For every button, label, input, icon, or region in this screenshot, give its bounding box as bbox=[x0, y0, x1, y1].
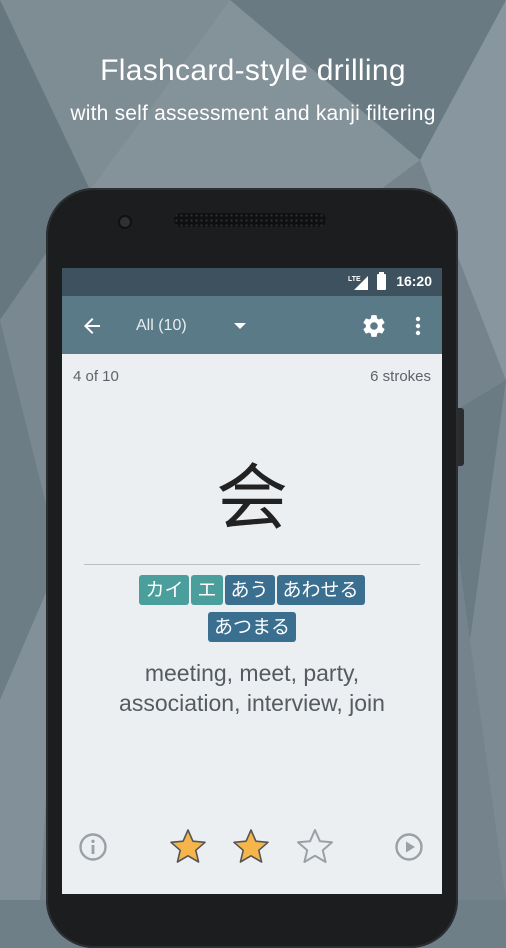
filter-dropdown-label: All (10) bbox=[136, 317, 187, 334]
app-screen: LTE 16:20 All (10) 4 of 10 6 strokes 会 カ… bbox=[62, 268, 442, 894]
kun-reading-chip: あわせる bbox=[276, 575, 365, 605]
on-reading-chip: エ bbox=[191, 575, 223, 605]
stroke-count: 6 strokes bbox=[370, 368, 431, 385]
gear-icon[interactable] bbox=[361, 313, 387, 339]
card-counter: 4 of 10 bbox=[73, 368, 119, 385]
readings-list: カイエあう あわせるあつまる bbox=[82, 575, 422, 649]
phone-frame: LTE 16:20 All (10) 4 of 10 6 strokes 会 カ… bbox=[46, 188, 458, 948]
back-arrow-icon[interactable] bbox=[80, 314, 104, 338]
more-vert-icon[interactable] bbox=[408, 314, 428, 338]
promo-title: Flashcard-style drilling bbox=[100, 54, 406, 87]
star-rating-2-icon[interactable] bbox=[232, 828, 270, 864]
kanji-character: 会 bbox=[215, 456, 288, 540]
on-reading-chip: カイ bbox=[139, 575, 190, 605]
promo-subtitle: with self assessment and kanji filtering bbox=[70, 102, 436, 125]
dropdown-arrow-icon bbox=[234, 323, 246, 329]
app-toolbar: All (10) bbox=[62, 296, 442, 354]
star-rating-3-icon[interactable] bbox=[296, 828, 334, 864]
kun-reading-chip: あつまる bbox=[207, 612, 296, 642]
front-camera bbox=[118, 215, 132, 229]
info-icon[interactable] bbox=[78, 832, 108, 862]
kun-reading-chip: あう bbox=[224, 575, 275, 605]
status-bar: LTE 16:20 bbox=[62, 268, 442, 296]
star-rating-1-icon[interactable] bbox=[169, 828, 207, 864]
network-label: LTE bbox=[348, 276, 361, 283]
battery-icon bbox=[377, 272, 386, 290]
kanji-meaning: meeting, meet, party, association, inter… bbox=[119, 660, 385, 716]
status-time: 16:20 bbox=[396, 273, 432, 289]
assessment-bar bbox=[62, 824, 442, 874]
lte-signal-icon: LTE bbox=[348, 276, 368, 290]
phone-side-button bbox=[458, 408, 464, 466]
filter-dropdown[interactable]: All (10) bbox=[136, 314, 246, 338]
earpiece-speaker bbox=[174, 213, 326, 227]
card-divider bbox=[84, 564, 420, 565]
play-icon[interactable] bbox=[394, 832, 424, 862]
